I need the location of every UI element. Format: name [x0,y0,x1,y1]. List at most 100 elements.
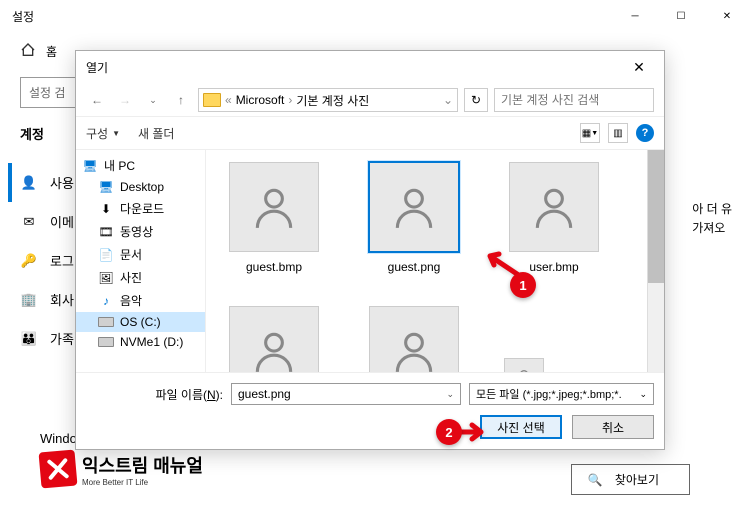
file-label: guest.png [388,260,441,274]
tree-label: Desktop [120,180,164,194]
filetype-select[interactable]: 모든 파일 (*.jpg;*.jpeg;*.bmp;*. ⌄ [469,383,654,405]
preview-button[interactable]: ▥ [608,123,628,143]
pc-icon: 🖥 [82,159,98,173]
file-tile[interactable] [224,304,324,372]
avatar-thumb [369,306,459,372]
document-icon: 📄 [98,248,114,262]
cancel-button[interactable]: 취소 [572,415,654,439]
window-controls: ─ ☐ ✕ [612,0,750,32]
file-label: guest.bmp [246,260,302,274]
tree-label: OS (C:) [120,315,161,329]
tree-item-drive-c[interactable]: OS (C:) [76,312,205,332]
drive-icon [98,335,114,349]
file-list[interactable]: guest.bmp guest.png user.bmp [206,150,664,372]
forward-button[interactable]: → [114,88,136,112]
building-icon: 🏢 [20,292,38,308]
avatar-thumb [229,162,319,252]
dialog-search-input[interactable] [494,88,654,112]
tree-item-music[interactable]: ♪ 음악 [76,289,205,312]
chevron-down-icon: ▼ [112,129,120,138]
file-tile-small[interactable] [504,358,544,372]
chevron-down-icon[interactable]: ⌄ [446,389,454,400]
dialog-toolbar: 구성 ▼ 새 폴더 ▦ ▼ ▥ ? [76,117,664,150]
sidebar-label: 회사 [50,290,74,309]
close-button[interactable]: ✕ [704,0,750,32]
filename-label: 파일 이름(N): [155,386,223,403]
chevron-down-icon[interactable]: ⌄ [443,93,453,107]
new-folder-button[interactable]: 새 폴더 [138,125,174,142]
music-icon: ♪ [98,294,114,308]
home-label: 홈 [46,43,57,60]
scrollbar[interactable] [647,150,664,372]
picture-icon: 🖼 [98,271,114,285]
download-icon: ⬇ [98,202,114,216]
open-button[interactable]: 사진 선택 [480,415,562,439]
file-tile[interactable]: guest.bmp [224,160,324,274]
up-button[interactable]: ↑ [170,88,192,112]
logo-main: 익스트림 매뉴얼 [82,452,203,478]
back-button[interactable]: ← [86,88,108,112]
file-tile-selected[interactable]: guest.png [364,160,464,274]
chevron-down-icon[interactable]: ⌄ [639,389,647,400]
family-icon: 👪 [20,331,38,347]
key-icon: 🔑 [20,253,38,269]
file-label: user.bmp [529,260,578,274]
tree-item-documents[interactable]: 📄 문서 [76,243,205,266]
path-sep: « [225,93,232,107]
folder-tree[interactable]: 🖥 내 PC 🖥 Desktop ⬇ 다운로드 🎞 동영상 📄 문서 🖼 [76,150,206,372]
user-icon: 👤 [20,175,38,191]
view-button[interactable]: ▦ ▼ [580,123,600,143]
help-icon[interactable]: ? [636,124,654,142]
path-part[interactable]: 기본 계정 사진 [296,92,369,109]
filetype-value: 모든 파일 (*.jpg;*.jpeg;*.bmp;*. [476,386,622,402]
tree-label: 사진 [120,269,142,286]
organize-menu[interactable]: 구성 ▼ [86,125,120,142]
scrollbar-thumb[interactable] [648,150,664,283]
sidebar-label: 사용 [50,173,74,192]
tree-item-pictures[interactable]: 🖼 사진 [76,266,205,289]
browse-box[interactable]: 🔍 찾아보기 [571,464,690,495]
dialog-close-button[interactable]: ✕ [624,59,654,76]
dialog-navbar: ← → ⌄ ↑ « Microsoft › 기본 계정 사진 ⌄ ↻ [76,84,664,117]
folder-icon [203,93,221,107]
logo-sub: More Better IT Life [82,478,203,487]
recent-chevron-icon[interactable]: ⌄ [142,88,164,112]
peek-text-right: 아 더 유 가져오 [692,200,732,238]
settings-title: 설정 [12,8,34,25]
tree-item-pc[interactable]: 🖥 내 PC [76,154,205,177]
sidebar-label: 로그 [50,251,74,270]
refresh-button[interactable]: ↻ [464,88,488,112]
annotation-badge-2: 2 [436,419,462,445]
browse-label: 찾아보기 [615,471,659,488]
avatar-thumb-small [504,358,544,372]
search-placeholder: 설정 검 [29,86,65,100]
breadcrumb-path[interactable]: « Microsoft › 기본 계정 사진 ⌄ [198,88,458,112]
dialog-titlebar: 열기 ✕ [76,51,664,84]
tree-label: 다운로드 [120,200,164,217]
avatar-thumb [229,306,319,372]
annotation-badge-1: 1 [510,272,536,298]
mail-icon: ✉ [20,214,38,230]
tree-label: 내 PC [104,157,135,174]
path-sep: › [288,93,292,107]
maximize-button[interactable]: ☐ [658,0,704,32]
tree-item-desktop[interactable]: 🖥 Desktop [76,177,205,197]
sidebar-label: 이메 [50,212,74,231]
path-part[interactable]: Microsoft [236,93,285,107]
tree-label: 동영상 [120,223,153,240]
home-icon [20,42,36,61]
desktop-icon: 🖥 [98,180,114,194]
tree-item-downloads[interactable]: ⬇ 다운로드 [76,197,205,220]
dialog-title: 열기 [86,59,108,76]
minimize-button[interactable]: ─ [612,0,658,32]
tree-item-videos[interactable]: 🎞 동영상 [76,220,205,243]
avatar-thumb [369,162,459,252]
filename-input[interactable]: guest.png ⌄ [231,383,461,405]
tree-item-drive-d[interactable]: NVMe1 (D:) [76,332,205,352]
dialog-body: 🖥 내 PC 🖥 Desktop ⬇ 다운로드 🎞 동영상 📄 문서 🖼 [76,150,664,372]
tree-label: 음악 [120,292,142,309]
browse-icon: 🔍 [588,473,603,487]
filename-value: guest.png [238,387,291,401]
video-icon: 🎞 [98,225,114,239]
file-tile[interactable] [364,304,464,372]
